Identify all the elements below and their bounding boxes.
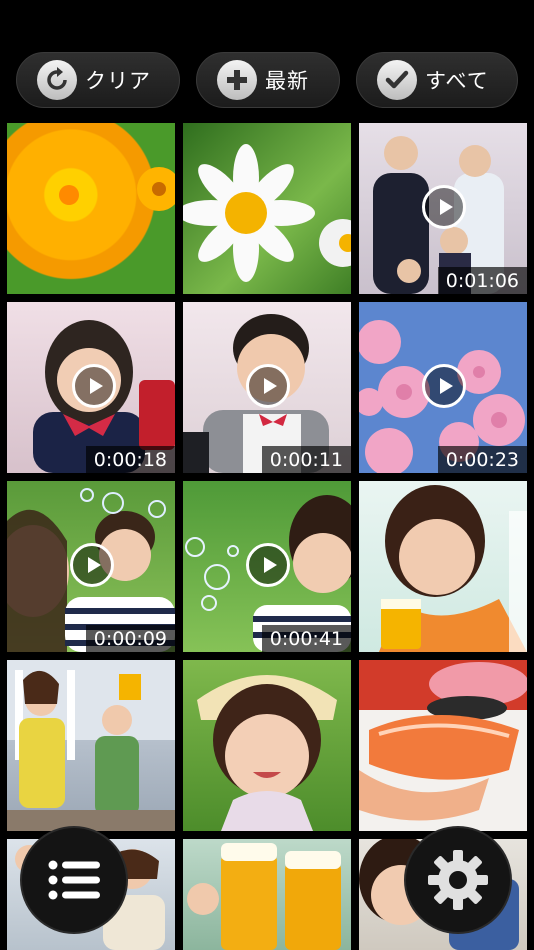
child-image	[197, 675, 337, 831]
menu-button[interactable]	[20, 826, 128, 934]
photo-tile[interactable]	[183, 660, 351, 831]
latest-label: 最新	[265, 69, 309, 93]
photo-tile[interactable]	[359, 660, 527, 831]
woman-beer-image	[379, 485, 527, 652]
video-duration: 0:00:09	[85, 625, 175, 652]
refresh-icon	[37, 60, 77, 100]
clear-label: クリア	[85, 69, 151, 93]
plus-icon	[217, 60, 257, 100]
photo-tile[interactable]	[7, 123, 175, 294]
video-tile[interactable]: 0:00:18	[7, 302, 175, 473]
list-icon	[48, 860, 100, 900]
clear-button[interactable]: クリア	[16, 52, 180, 108]
photo-tile[interactable]	[7, 660, 175, 831]
sushi-image	[359, 660, 527, 821]
play-icon	[70, 543, 114, 587]
settings-button[interactable]	[404, 826, 512, 934]
photo-tile[interactable]	[183, 839, 351, 950]
video-tile[interactable]: 0:00:41	[183, 481, 351, 652]
daisy-image	[183, 144, 351, 282]
latest-button[interactable]: 最新	[196, 52, 340, 108]
video-duration: 0:00:18	[85, 446, 175, 473]
flower-image	[59, 167, 175, 211]
checkmark-icon	[377, 60, 417, 100]
video-duration: 0:00:23	[437, 446, 527, 473]
video-tile[interactable]: 0:00:23	[359, 302, 527, 473]
video-duration: 0:01:06	[437, 267, 527, 294]
play-icon	[246, 543, 290, 587]
top-toolbar: クリア 最新 すべて	[0, 0, 534, 118]
women-terrace-image	[7, 660, 175, 831]
video-tile[interactable]: 0:00:11	[183, 302, 351, 473]
play-icon	[422, 185, 466, 229]
video-tile[interactable]: 0:00:09	[7, 481, 175, 652]
select-all-label: すべて	[425, 69, 489, 93]
select-all-button[interactable]: すべて	[356, 52, 518, 108]
photo-tile[interactable]	[183, 123, 351, 294]
video-duration: 0:00:41	[261, 625, 351, 652]
video-duration: 0:00:11	[261, 446, 351, 473]
video-tile[interactable]: 0:01:06	[359, 123, 527, 294]
play-icon	[422, 364, 466, 408]
play-icon	[72, 364, 116, 408]
gear-icon	[428, 850, 488, 910]
beer-toast-image	[187, 843, 341, 950]
play-icon	[246, 364, 290, 408]
photo-tile[interactable]	[359, 481, 527, 652]
